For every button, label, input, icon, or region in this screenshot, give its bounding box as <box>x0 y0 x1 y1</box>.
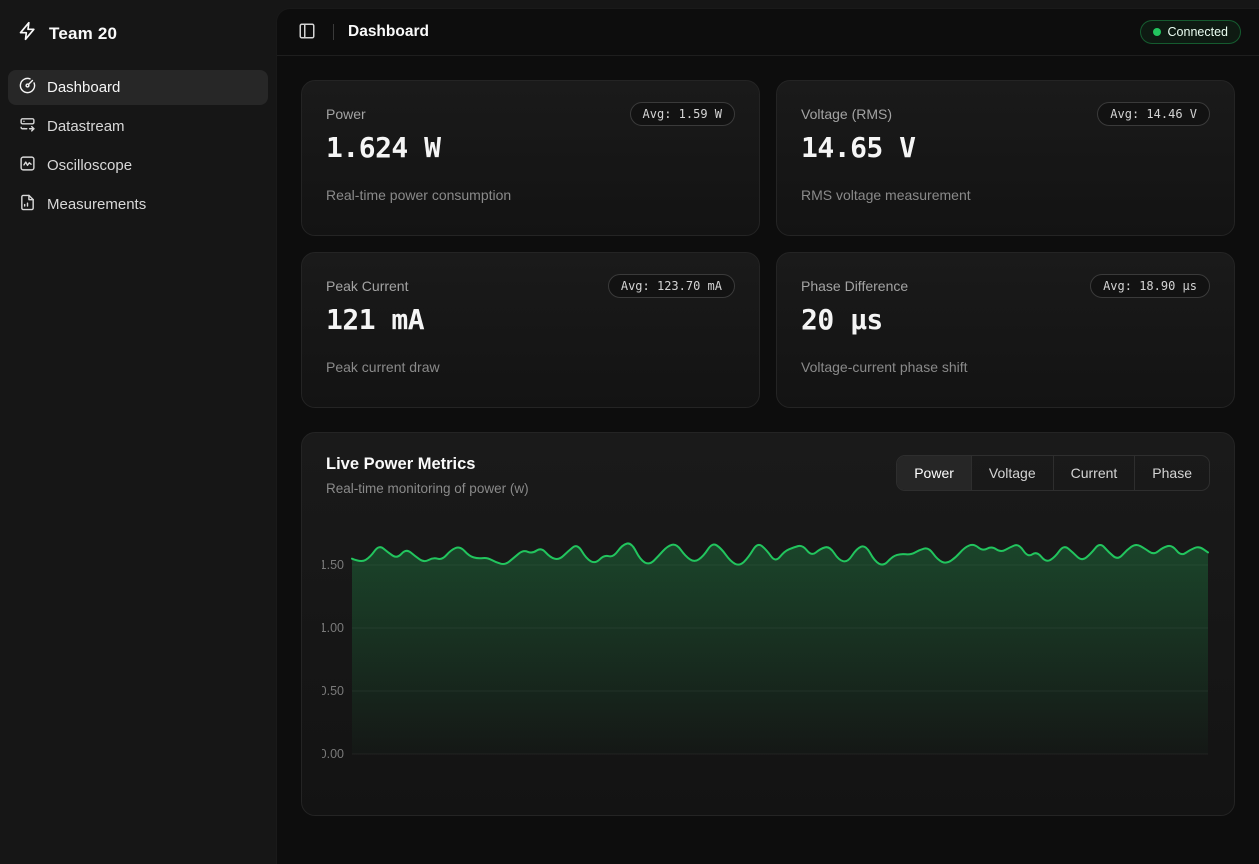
svg-text:0.00: 0.00 <box>322 747 344 761</box>
chart-subtitle: Real-time monitoring of power (w) <box>326 481 529 496</box>
metric-card-peak-current: Peak Current Avg: 123.70 mA 121 mA Peak … <box>301 252 760 408</box>
team-name: Team 20 <box>49 24 117 44</box>
connection-status-badge: Connected <box>1140 20 1241 44</box>
sidebar-item-label: Datastream <box>47 118 125 135</box>
tab-current[interactable]: Current <box>1053 456 1135 490</box>
metric-label: Voltage (RMS) <box>801 102 892 122</box>
tab-power[interactable]: Power <box>897 456 971 490</box>
main-panel: Dashboard Connected Power Avg: 1.59 W 1.… <box>276 8 1259 864</box>
metric-description: Peak current draw <box>326 359 735 375</box>
sidebar-item-measurements[interactable]: Measurements <box>8 187 268 222</box>
chart-title: Live Power Metrics <box>326 455 529 474</box>
metric-value: 14.65 V <box>801 131 1210 164</box>
server-arrow-icon <box>19 116 36 137</box>
metric-avg-badge: Avg: 123.70 mA <box>608 274 735 298</box>
metric-card-voltage: Voltage (RMS) Avg: 14.46 V 14.65 V RMS v… <box>776 80 1235 236</box>
sidebar-nav: Dashboard Datastream Oscilloscope <box>0 58 276 234</box>
panel-left-icon <box>298 22 316 43</box>
topbar: Dashboard Connected <box>277 9 1259 56</box>
live-metrics-card: Live Power Metrics Real-time monitoring … <box>301 432 1235 816</box>
page-title: Dashboard <box>348 23 429 41</box>
chart-metric-tabs: Power Voltage Current Phase <box>896 455 1210 491</box>
metric-value: 1.624 W <box>326 131 735 164</box>
tab-phase[interactable]: Phase <box>1134 456 1209 490</box>
dashboard-content: Power Avg: 1.59 W 1.624 W Real-time powe… <box>277 56 1259 840</box>
power-line-chart: 1.50 1.00 0.50 0.00 <box>322 522 1218 776</box>
file-chart-icon <box>19 194 36 215</box>
metric-card-power: Power Avg: 1.59 W 1.624 W Real-time powe… <box>301 80 760 236</box>
tab-voltage[interactable]: Voltage <box>971 456 1053 490</box>
sidebar-item-datastream[interactable]: Datastream <box>8 109 268 144</box>
status-dot-icon <box>1153 28 1161 36</box>
metric-label: Phase Difference <box>801 274 908 294</box>
sidebar-item-label: Oscilloscope <box>47 157 132 174</box>
chart-y-axis-labels: 1.50 1.00 0.50 0.00 <box>322 558 344 761</box>
waveform-square-icon <box>19 155 36 176</box>
sidebar-toggle-button[interactable] <box>295 20 319 44</box>
circle-gauge-icon <box>19 77 36 98</box>
metric-description: Real-time power consumption <box>326 187 735 203</box>
connection-status-label: Connected <box>1168 25 1228 39</box>
sidebar-item-label: Measurements <box>47 196 146 213</box>
svg-text:1.00: 1.00 <box>322 621 344 635</box>
sidebar-item-oscilloscope[interactable]: Oscilloscope <box>8 148 268 183</box>
metric-description: Voltage-current phase shift <box>801 359 1210 375</box>
metric-avg-badge: Avg: 14.46 V <box>1097 102 1210 126</box>
metric-avg-badge: Avg: 18.90 µs <box>1090 274 1210 298</box>
zap-icon <box>18 21 38 46</box>
topbar-divider <box>333 24 334 40</box>
metric-value: 121 mA <box>326 303 735 336</box>
svg-text:1.50: 1.50 <box>322 558 344 572</box>
metric-cards-grid: Power Avg: 1.59 W 1.624 W Real-time powe… <box>301 80 1235 408</box>
metric-card-phase-difference: Phase Difference Avg: 18.90 µs 20 µs Vol… <box>776 252 1235 408</box>
chart-area <box>352 543 1208 754</box>
svg-text:0.50: 0.50 <box>322 684 344 698</box>
metric-label: Power <box>326 102 366 122</box>
metric-value: 20 µs <box>801 303 1210 336</box>
sidebar: Team 20 Dashboard Datastream <box>0 0 276 864</box>
metric-label: Peak Current <box>326 274 408 294</box>
metric-avg-badge: Avg: 1.59 W <box>630 102 735 126</box>
metric-description: RMS voltage measurement <box>801 187 1210 203</box>
team-header: Team 20 <box>0 0 276 58</box>
sidebar-item-dashboard[interactable]: Dashboard <box>8 70 268 105</box>
sidebar-item-label: Dashboard <box>47 79 120 96</box>
